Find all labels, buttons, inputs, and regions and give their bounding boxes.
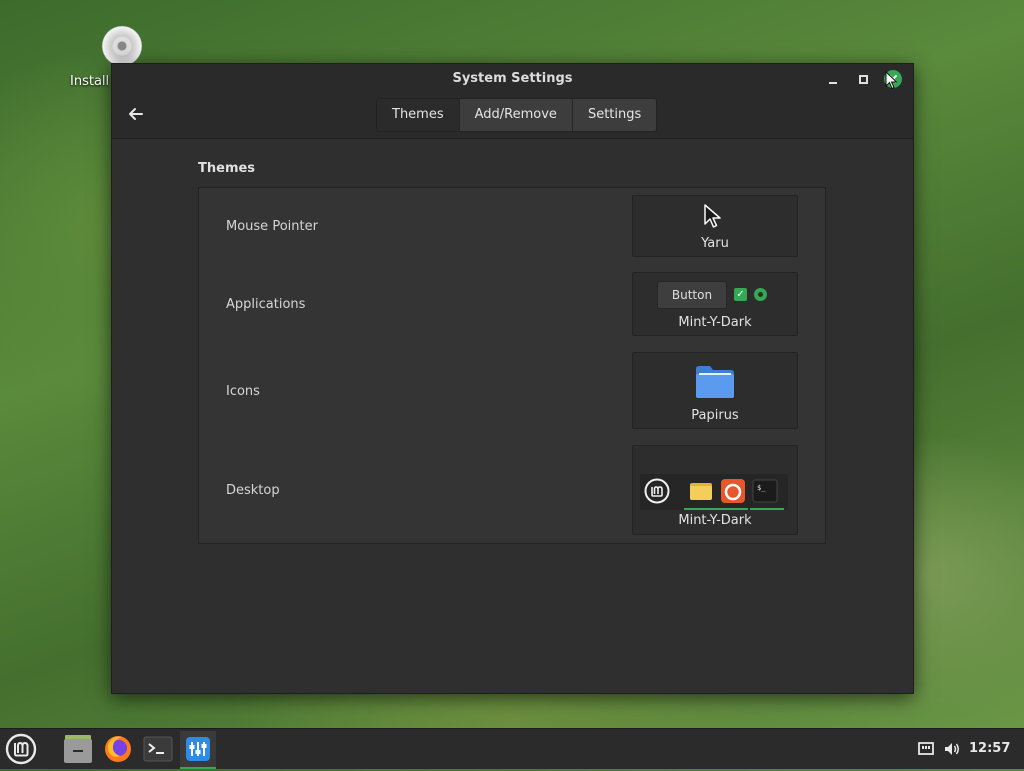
tab-bar: Themes Add/Remove Settings bbox=[376, 98, 658, 132]
radio-preview-icon bbox=[754, 288, 767, 301]
section-title: Themes bbox=[198, 161, 256, 176]
row-label-mouse-pointer: Mouse Pointer bbox=[226, 219, 318, 234]
mouse-pointer-theme-name: Yaru bbox=[701, 236, 729, 251]
files-icon[interactable] bbox=[60, 731, 96, 767]
mint-menu-icon[interactable] bbox=[3, 731, 39, 767]
firefox-icon[interactable] bbox=[100, 731, 136, 767]
back-button[interactable] bbox=[126, 104, 146, 124]
terminal-icon[interactable] bbox=[140, 731, 176, 767]
arrow-left-icon bbox=[129, 108, 143, 120]
active-indicator bbox=[750, 508, 784, 510]
desktop-icon-label: Install bbox=[70, 74, 110, 89]
checkbox-preview-icon: ✓ bbox=[734, 288, 747, 301]
system-settings-taskbar-item[interactable] bbox=[180, 731, 216, 769]
terminal-icon: $_ bbox=[752, 479, 778, 503]
tab-settings[interactable]: Settings bbox=[571, 99, 657, 131]
button-preview: Button bbox=[657, 281, 727, 309]
maximize-button[interactable] bbox=[854, 70, 872, 88]
disc-icon bbox=[102, 26, 142, 66]
active-indicator bbox=[718, 508, 748, 510]
mouse-pointer-theme-button[interactable]: Yaru bbox=[632, 195, 798, 257]
svg-text:$_: $_ bbox=[757, 484, 766, 492]
firefox-icon bbox=[721, 479, 745, 503]
clock[interactable]: 12:57 bbox=[969, 741, 1010, 756]
row-label-desktop: Desktop bbox=[226, 483, 280, 498]
folder-icon bbox=[696, 366, 734, 398]
tab-add-remove[interactable]: Add/Remove bbox=[458, 99, 572, 131]
mint-menu-icon bbox=[644, 478, 670, 504]
themes-frame: Mouse Pointer Yaru Applications Button ✓… bbox=[198, 187, 826, 544]
header-bar: System Settings Themes Add/Remove Settin… bbox=[112, 64, 913, 139]
row-label-icons: Icons bbox=[226, 384, 260, 399]
cursor-arrow-icon bbox=[704, 204, 721, 228]
active-indicator bbox=[684, 508, 718, 510]
taskbar: 12:57 bbox=[0, 728, 1024, 769]
system-settings-window: System Settings Themes Add/Remove Settin… bbox=[111, 63, 914, 694]
applications-theme-button[interactable]: Button ✓ Mint-Y-Dark bbox=[632, 272, 798, 336]
icons-theme-name: Papirus bbox=[691, 408, 739, 423]
volume-icon[interactable] bbox=[942, 739, 962, 759]
settings-app-icon bbox=[186, 737, 210, 761]
desktop-theme-button[interactable]: $_ Mint-Y-Dark bbox=[632, 445, 798, 535]
tab-themes[interactable]: Themes bbox=[377, 99, 459, 131]
minimize-button[interactable] bbox=[824, 70, 842, 88]
mouse-cursor-icon bbox=[885, 71, 898, 90]
panel-preview: $_ bbox=[640, 474, 788, 510]
applications-theme-name: Mint-Y-Dark bbox=[678, 315, 752, 330]
network-icon[interactable] bbox=[916, 739, 936, 759]
desktop-theme-name: Mint-Y-Dark bbox=[678, 513, 752, 528]
row-label-applications: Applications bbox=[226, 297, 306, 312]
files-icon bbox=[690, 483, 712, 500]
icons-theme-button[interactable]: Papirus bbox=[632, 352, 798, 429]
window-title: System Settings bbox=[452, 71, 573, 86]
